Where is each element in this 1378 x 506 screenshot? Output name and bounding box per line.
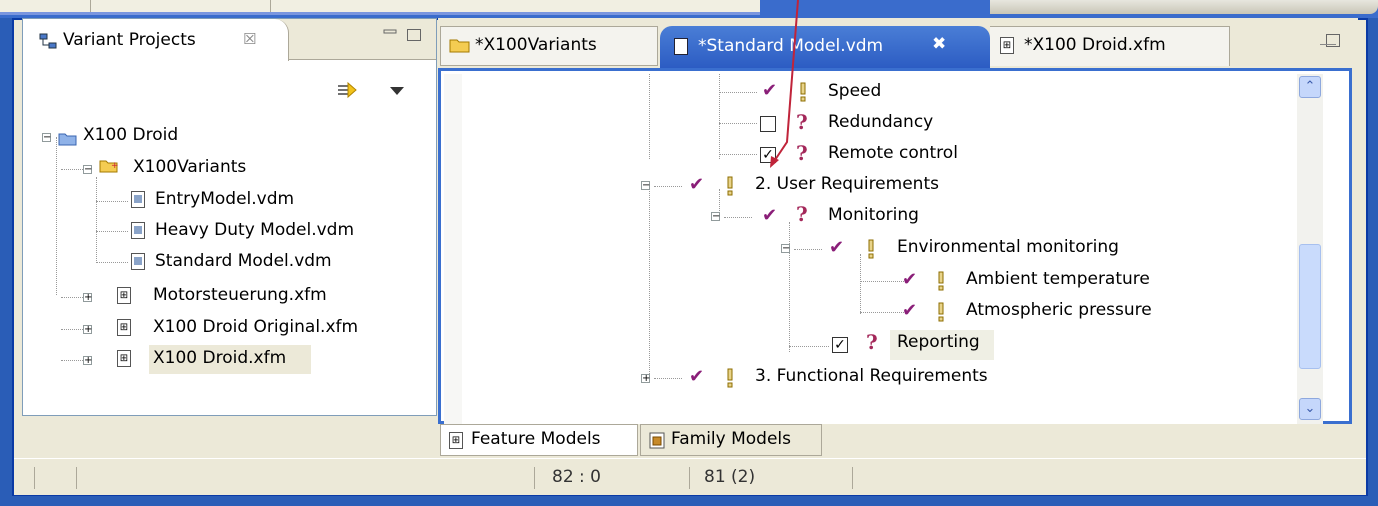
mandatory-icon [868,239,874,259]
variants-folder-icon: + [99,160,119,173]
view-menu-icon[interactable] [390,87,404,95]
vertical-scrollbar[interactable]: ⌃ ⌄ [1297,74,1323,424]
status-bar: 82 : 0 81 (2) [14,458,1366,495]
top-right-panel [990,0,1378,14]
collapse-toggle[interactable]: − [83,165,92,175]
xfm-file-icon: ⊞ [449,432,463,449]
scroll-down-button[interactable]: ⌄ [1299,398,1321,420]
optional-icon: ? [796,110,808,134]
expand-toggle[interactable]: + [641,374,650,384]
tree-item-root[interactable]: X100 Droid [83,125,178,145]
top-separator [90,0,91,12]
vdm-file-icon [131,253,145,270]
tree-item-variants[interactable]: X100Variants [133,157,246,177]
tree-canvas: ✔ Speed ? Redundancy ✓ ? Remote control … [444,74,1297,424]
feature-environmental-monitoring[interactable]: Environmental monitoring [897,237,1119,257]
vdm-file-icon [131,222,145,239]
feature-reporting[interactable]: Reporting [897,332,980,352]
feature-remote-control[interactable]: Remote control [828,143,958,163]
tab-variant-projects[interactable]: Variant Projects ☒ [23,19,289,61]
xfm-file-icon: ⊞ [117,319,131,336]
editor-area: *X100Variants *Standard Model.vdm ✖ ⊞ *X… [438,18,1358,456]
project-folder-icon [58,133,77,146]
expand-toggle[interactable]: + [83,293,92,303]
collapse-toggle[interactable]: − [641,181,650,191]
tab-family-models[interactable]: Family Models [640,424,822,456]
scroll-up-button[interactable]: ⌃ [1299,76,1321,98]
mandatory-icon [938,271,944,291]
hierarchy-icon [39,33,57,49]
feature-checkbox[interactable] [760,116,776,132]
feature-checkbox-checked[interactable]: ✓ [760,147,776,163]
collapse-toggle[interactable]: − [42,133,51,143]
feature-checkbox-checked[interactable]: ✓ [832,337,848,353]
svg-text:+: + [111,161,119,171]
tab-feature-models[interactable]: ⊞ Feature Models [440,424,638,456]
selected-check-icon[interactable]: ✔ [689,174,704,195]
tree-item-vdm[interactable]: Standard Model.vdm [155,251,332,271]
tree-item-vdm[interactable]: Heavy Duty Model.vdm [155,220,354,240]
expand-toggle[interactable]: + [83,325,92,335]
top-tab-area [0,0,760,15]
optional-icon: ? [796,202,808,226]
tab-x100-droid-xfm[interactable]: ⊞ *X100 Droid.xfm [990,26,1230,66]
tree-item-xfm[interactable]: X100 Droid Original.xfm [153,317,358,337]
collapse-toggle[interactable]: − [781,244,790,254]
xfm-file-icon: ⊞ [117,350,131,367]
vdm-file-icon [131,191,145,208]
selected-check-icon[interactable]: ✔ [762,205,777,226]
feature-atmospheric-pressure[interactable]: Atmospheric pressure [966,300,1152,320]
mandatory-icon [800,82,806,102]
tree-item-vdm[interactable]: EntryModel.vdm [155,189,294,209]
mandatory-icon [727,368,733,388]
view-title: Variant Projects [63,30,196,50]
tab-standard-model[interactable]: *Standard Model.vdm ✖ [660,26,990,68]
feature-monitoring[interactable]: Monitoring [828,205,919,225]
optional-icon: ? [796,141,808,165]
feature-user-requirements[interactable]: 2. User Requirements [755,174,939,194]
tab-label: Family Models [671,429,792,449]
status-count: 81 (2) [704,467,756,487]
link-with-editor-icon[interactable] [336,79,358,101]
collapse-toggle[interactable]: − [711,212,720,222]
expand-toggle[interactable]: + [83,356,92,366]
top-separator [270,0,271,12]
tab-label: Feature Models [471,429,601,449]
mandatory-icon [938,302,944,322]
minimize-icon[interactable] [383,27,397,41]
selected-check-icon[interactable]: ✔ [902,300,917,321]
variant-projects-view: Variant Projects ☒ − X100 Droid − + X100… [22,18,437,416]
maximize-icon[interactable] [407,29,421,41]
variants-folder-icon [449,39,470,53]
tree-item-xfm[interactable]: Motorsteuerung.xfm [153,285,327,305]
selected-check-icon[interactable]: ✔ [829,237,844,258]
feature-redundancy[interactable]: Redundancy [828,112,933,132]
feature-functional-requirements[interactable]: 3. Functional Requirements [755,366,988,386]
feature-model-tree-view: ✔ Speed ? Redundancy ✓ ? Remote control … [438,68,1352,424]
tab-label: *X100Variants [475,35,597,55]
overview-ruler-marker [1320,44,1336,45]
bottom-tab-bar: ⊞ Feature Models Family Models [440,424,840,456]
xfm-file-icon: ⊞ [117,287,131,304]
family-model-icon [649,432,665,449]
scroll-thumb[interactable] [1299,244,1321,369]
feature-speed[interactable]: Speed [828,81,881,101]
vdm-file-icon [674,38,688,55]
feature-ambient-temperature[interactable]: Ambient temperature [966,269,1150,289]
tab-x100variants[interactable]: *X100Variants [440,26,658,66]
selected-check-icon[interactable]: ✔ [689,366,704,387]
close-icon[interactable]: ✖ [932,34,946,54]
tab-label: *X100 Droid.xfm [1024,35,1166,55]
xfm-file-icon: ⊞ [1000,37,1014,54]
tab-label: *Standard Model.vdm [698,36,884,56]
maximize-icon[interactable] [1326,34,1340,47]
mandatory-icon [727,176,733,196]
selected-check-icon[interactable]: ✔ [762,80,777,101]
close-icon[interactable]: ☒ [243,30,256,48]
cursor-position: 82 : 0 [552,467,601,487]
tree-item-xfm-selected[interactable]: X100 Droid.xfm [153,348,286,368]
optional-icon: ? [866,330,878,354]
selected-check-icon[interactable]: ✔ [902,269,917,290]
